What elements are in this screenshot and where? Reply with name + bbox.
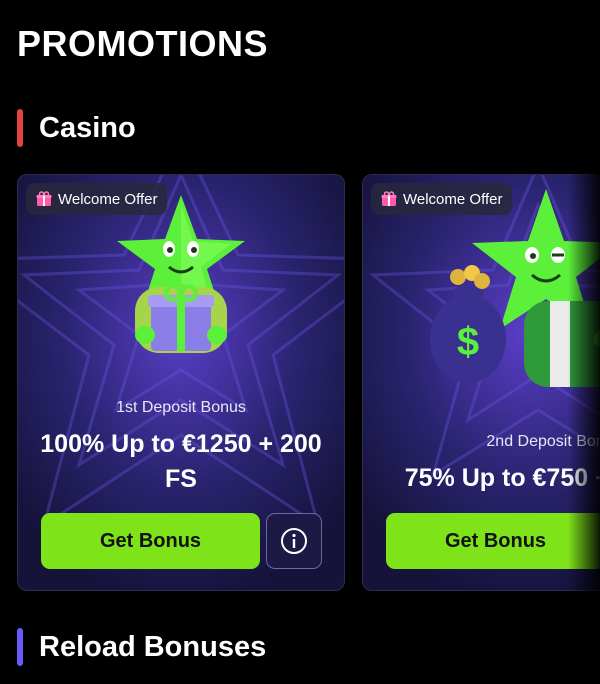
section-title: Reload Bonuses bbox=[39, 631, 267, 663]
info-icon bbox=[281, 528, 307, 554]
gift-icon bbox=[36, 191, 52, 206]
section-reload-bonuses: Reload Bonuses bbox=[17, 628, 266, 666]
promotions-carousel[interactable]: Welcome Offer 1st Deposit Bonus 100% Up … bbox=[17, 174, 600, 591]
get-bonus-button[interactable]: Get Bonus bbox=[41, 513, 260, 569]
section-title: Casino bbox=[39, 112, 136, 144]
promo-subtitle: 1st Deposit Bonus bbox=[116, 399, 246, 416]
page-title: PROMOTIONS bbox=[17, 23, 269, 64]
section-accent-bar bbox=[17, 628, 23, 666]
carousel-fade-overlay bbox=[568, 174, 600, 591]
section-casino: Casino bbox=[17, 109, 136, 147]
svg-text:$: $ bbox=[457, 320, 479, 364]
info-button[interactable] bbox=[266, 513, 322, 569]
star-mascot-gift-icon bbox=[117, 195, 245, 353]
promo-card[interactable]: Welcome Offer $ 2nd Deposit Bonus 75% Up… bbox=[362, 174, 600, 591]
promo-headline: 100% Up to €1250 + 200 FS bbox=[40, 430, 322, 493]
gift-icon bbox=[381, 191, 397, 206]
section-accent-bar bbox=[17, 109, 23, 147]
promo-card[interactable]: Welcome Offer 1st Deposit Bonus 100% Up … bbox=[17, 174, 345, 591]
